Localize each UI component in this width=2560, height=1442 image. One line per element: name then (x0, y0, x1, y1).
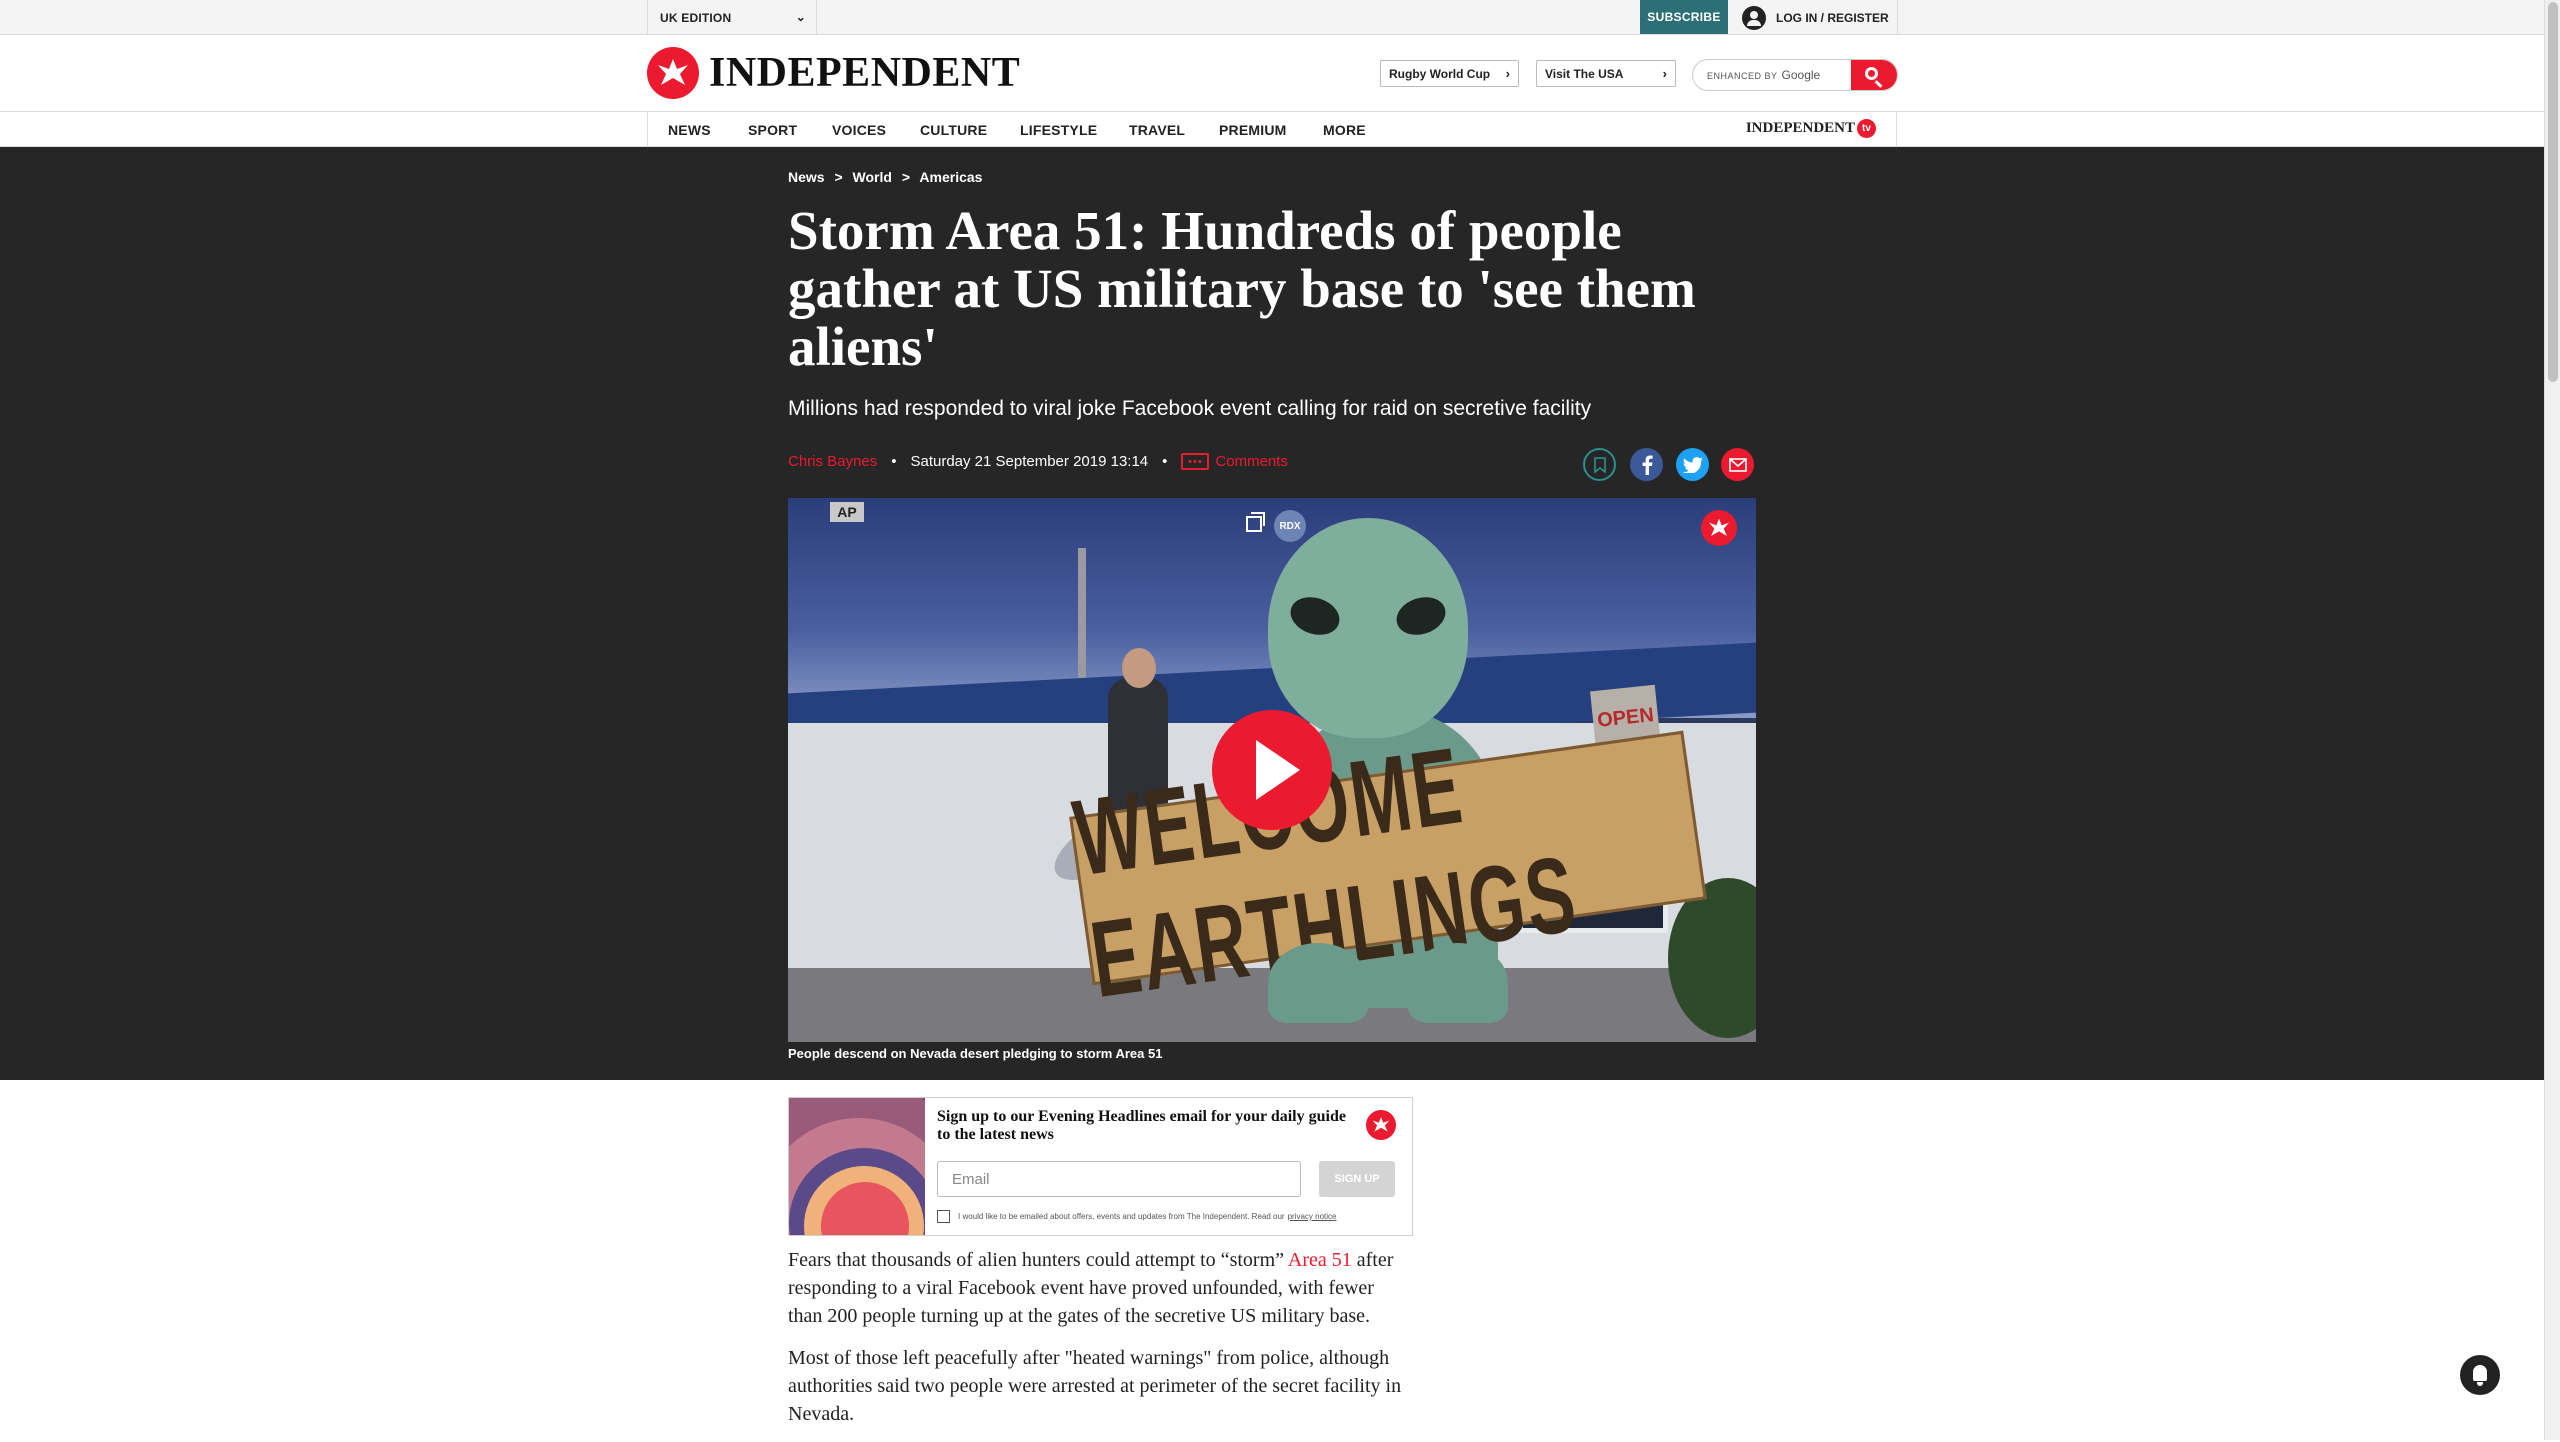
area-51-link[interactable]: Area 51 (1288, 1249, 1352, 1271)
publish-date: Saturday 21 September 2019 13:14 (910, 453, 1149, 470)
eagle-logo-icon (647, 47, 699, 99)
meta-separator: • (891, 453, 897, 470)
scrollbar-thumb[interactable] (2548, 2, 2558, 382)
search-button[interactable] (1851, 60, 1897, 90)
article-body: Fears that thousands of alien hunters co… (788, 1246, 1413, 1442)
search-icon (1865, 67, 1878, 80)
consent-checkbox[interactable] (937, 1210, 950, 1223)
main-navigation: NEWS SPORT VOICES CULTURE LIFESTYLE TRAV… (0, 112, 2544, 147)
search-input[interactable]: ENHANCED BY Google (1707, 68, 1820, 82)
masthead: INDEPENDENT Rugby World Cup › Visit The … (0, 35, 2544, 112)
chevron-right-icon: › (1505, 66, 1510, 81)
nav-item-news[interactable]: NEWS (668, 122, 711, 138)
article-paragraph: Fears that thousands of alien hunters co… (788, 1249, 1394, 1327)
article-standfirst: Millions had responded to viral joke Fac… (788, 397, 1592, 420)
breadcrumb-separator: > (834, 169, 843, 185)
video-caption: People descend on Nevada desert pledging… (788, 1046, 1163, 1061)
newsletter-title: Sign up to our Evening Headlines email f… (937, 1108, 1346, 1143)
chevron-down-icon: ⌄ (795, 10, 806, 24)
email-icon[interactable] (1721, 448, 1754, 481)
top-utility-bar: UK EDITION ⌄ SUBSCRIBE LOG IN / REGISTER (0, 0, 2544, 35)
promo-link-usa[interactable]: Visit The USA › (1536, 60, 1676, 87)
tv-logo-text: INDEPENDENT (1745, 120, 1855, 136)
breadcrumb-separator: > (901, 169, 911, 185)
breadcrumb-world[interactable]: World (853, 169, 892, 185)
sign-up-button[interactable]: SIGN UP (1319, 1161, 1395, 1197)
independent-tv-link[interactable]: INDEPENDENT tv (1746, 119, 1876, 138)
facebook-icon[interactable] (1630, 448, 1663, 481)
logo-wordmark: INDEPENDENT (709, 50, 1021, 96)
twitter-icon[interactable] (1676, 448, 1709, 481)
user-account-icon (1742, 5, 1766, 30)
comments-icon[interactable]: ••• (1181, 453, 1210, 470)
newsletter-signup: Sign up to our Evening Headlines email f… (788, 1097, 1413, 1236)
tv-badge-icon: tv (1857, 119, 1876, 138)
independent-logo-icon (1366, 1110, 1396, 1140)
subscribe-button[interactable]: SUBSCRIBE (1640, 0, 1728, 34)
privacy-notice-link[interactable]: privacy notice (1288, 1212, 1337, 1221)
article-headline: Storm Area 51: Hundreds of people gather… (788, 200, 1696, 377)
promo-label: Visit The USA (1545, 66, 1624, 81)
rdx-badge[interactable]: RDX (1274, 510, 1306, 542)
newsletter-illustration (789, 1098, 925, 1235)
article-meta: Chris Baynes • Saturday 21 September 201… (788, 453, 1288, 470)
meta-separator: • (1162, 453, 1168, 470)
bookmark-icon[interactable] (1583, 448, 1616, 481)
edition-label: UK EDITION (660, 10, 732, 25)
nav-item-travel[interactable]: TRAVEL (1129, 122, 1185, 138)
promo-link-rugby[interactable]: Rugby World Cup › (1380, 60, 1519, 87)
nav-item-sport[interactable]: SPORT (748, 122, 797, 138)
login-register-link[interactable]: LOG IN / REGISTER (1728, 0, 1898, 35)
independent-logo-icon (1701, 510, 1737, 546)
nav-item-culture[interactable]: CULTURE (920, 122, 987, 138)
breadcrumb-news[interactable]: News (788, 169, 825, 185)
video-player[interactable]: OPEN WELCOME EARTHLINGS AP RDX (788, 498, 1756, 1042)
chevron-right-icon: › (1662, 66, 1667, 81)
consent-text: I would like to be emailed about offers,… (958, 1212, 1285, 1221)
promo-label: Rugby World Cup (1389, 66, 1491, 81)
copy-link-icon[interactable] (1246, 512, 1265, 532)
author-link[interactable]: Chris Baynes (788, 453, 877, 470)
breadcrumb-americas[interactable]: Americas (919, 169, 982, 185)
comments-link[interactable]: Comments (1215, 453, 1288, 470)
edition-selector[interactable]: UK EDITION ⌄ (647, 0, 817, 35)
nav-item-more[interactable]: MORE (1323, 122, 1366, 138)
page-scrollbar[interactable] (2544, 0, 2560, 1440)
play-button-icon[interactable] (1212, 710, 1332, 830)
nav-item-lifestyle[interactable]: LIFESTYLE (1020, 122, 1097, 138)
consent-row: I would like to be emailed about offers,… (937, 1210, 1337, 1223)
breadcrumb: News > World > Americas (788, 169, 988, 185)
nav-item-voices[interactable]: VOICES (832, 122, 886, 138)
nav-item-premium[interactable]: PREMIUM (1219, 122, 1287, 138)
notification-bell-icon[interactable] (2460, 1355, 2500, 1395)
login-label: LOG IN / REGISTER (1776, 10, 1889, 25)
email-field[interactable] (937, 1161, 1301, 1197)
site-logo[interactable]: INDEPENDENT (647, 47, 1020, 99)
article-paragraph: Most of those left peacefully after "hea… (788, 1347, 1402, 1425)
search-box[interactable]: ENHANCED BY Google (1692, 59, 1898, 91)
ap-watermark: AP (830, 502, 864, 522)
